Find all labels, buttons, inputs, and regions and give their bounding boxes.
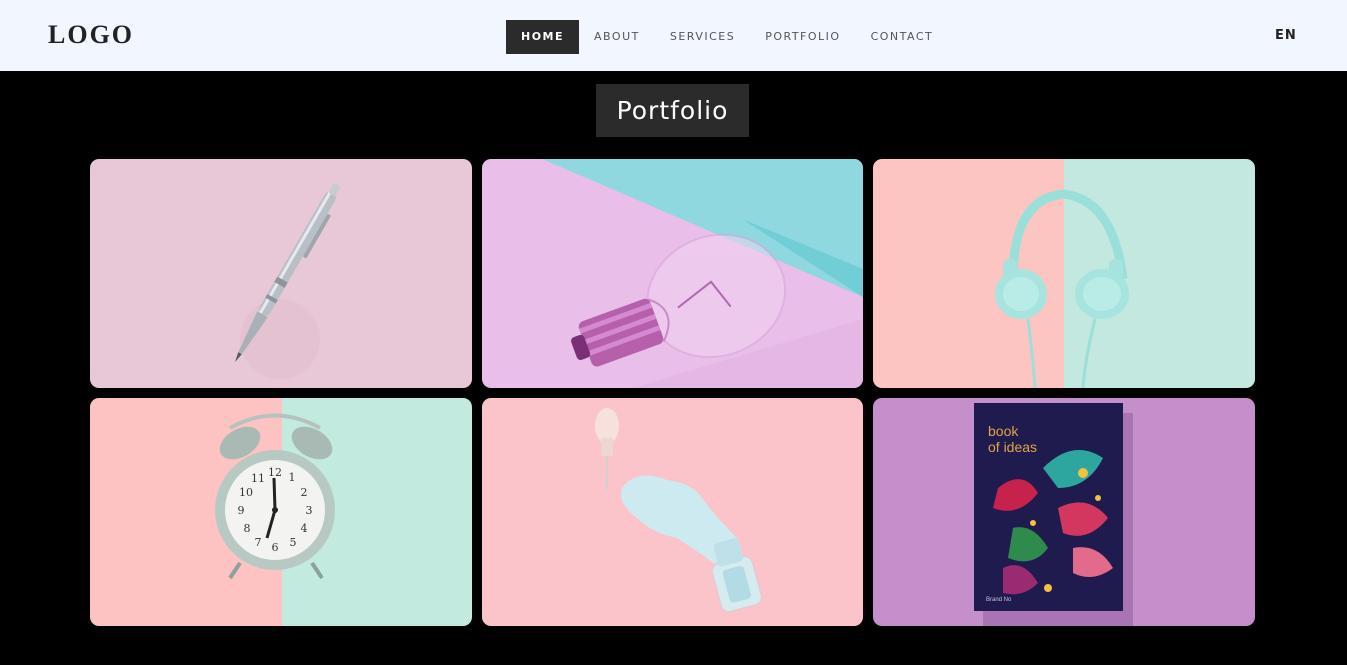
top-navbar: LOGO HOME ABOUT SERVICES PORTFOLIO CONTA… (0, 0, 1347, 71)
site-logo[interactable]: LOGO (48, 20, 134, 50)
nav-about-link[interactable]: ABOUT (579, 20, 655, 54)
nail-polish-image (482, 398, 863, 626)
nav-contact-link[interactable]: CONTACT (856, 20, 949, 54)
portfolio-heading: Portfolio (596, 84, 749, 137)
svg-text:8: 8 (244, 522, 251, 535)
book-title-line-2: of ideas (988, 439, 1037, 455)
svg-text:7: 7 (255, 536, 262, 549)
book-title-line-1: book (988, 423, 1019, 439)
portfolio-item-light-bulb[interactable] (482, 159, 863, 388)
alarm-clock-image: 12 1 2 3 4 5 6 7 8 9 10 11 (90, 398, 472, 626)
svg-text:4: 4 (301, 522, 308, 535)
main-nav: HOME ABOUT SERVICES PORTFOLIO CONTACT (506, 20, 948, 54)
book-publisher: Brand No (986, 597, 1012, 603)
headphones-image (873, 159, 1255, 388)
svg-text:3: 3 (306, 504, 313, 517)
portfolio-item-book[interactable]: book of ideas Brand No (873, 398, 1255, 626)
portfolio-item-alarm-clock[interactable]: 12 1 2 3 4 5 6 7 8 9 10 11 (90, 398, 472, 626)
light-bulb-image (482, 159, 863, 388)
pen-image (90, 159, 472, 388)
portfolio-item-pen[interactable] (90, 159, 472, 388)
svg-text:10: 10 (239, 486, 253, 499)
svg-text:1: 1 (289, 471, 296, 484)
portfolio-item-nail-polish[interactable] (482, 398, 863, 626)
book-image: book of ideas Brand No (873, 398, 1255, 626)
svg-text:2: 2 (301, 486, 308, 499)
nav-portfolio-link[interactable]: PORTFOLIO (750, 20, 855, 54)
language-selector[interactable]: EN (1275, 28, 1297, 43)
portfolio-item-headphones[interactable] (873, 159, 1255, 388)
svg-text:12: 12 (268, 466, 282, 479)
svg-text:9: 9 (238, 504, 245, 517)
svg-text:5: 5 (290, 536, 297, 549)
nav-services-link[interactable]: SERVICES (655, 20, 750, 54)
svg-text:6: 6 (272, 541, 279, 554)
svg-text:11: 11 (251, 472, 265, 485)
nav-home-link[interactable]: HOME (506, 20, 580, 54)
